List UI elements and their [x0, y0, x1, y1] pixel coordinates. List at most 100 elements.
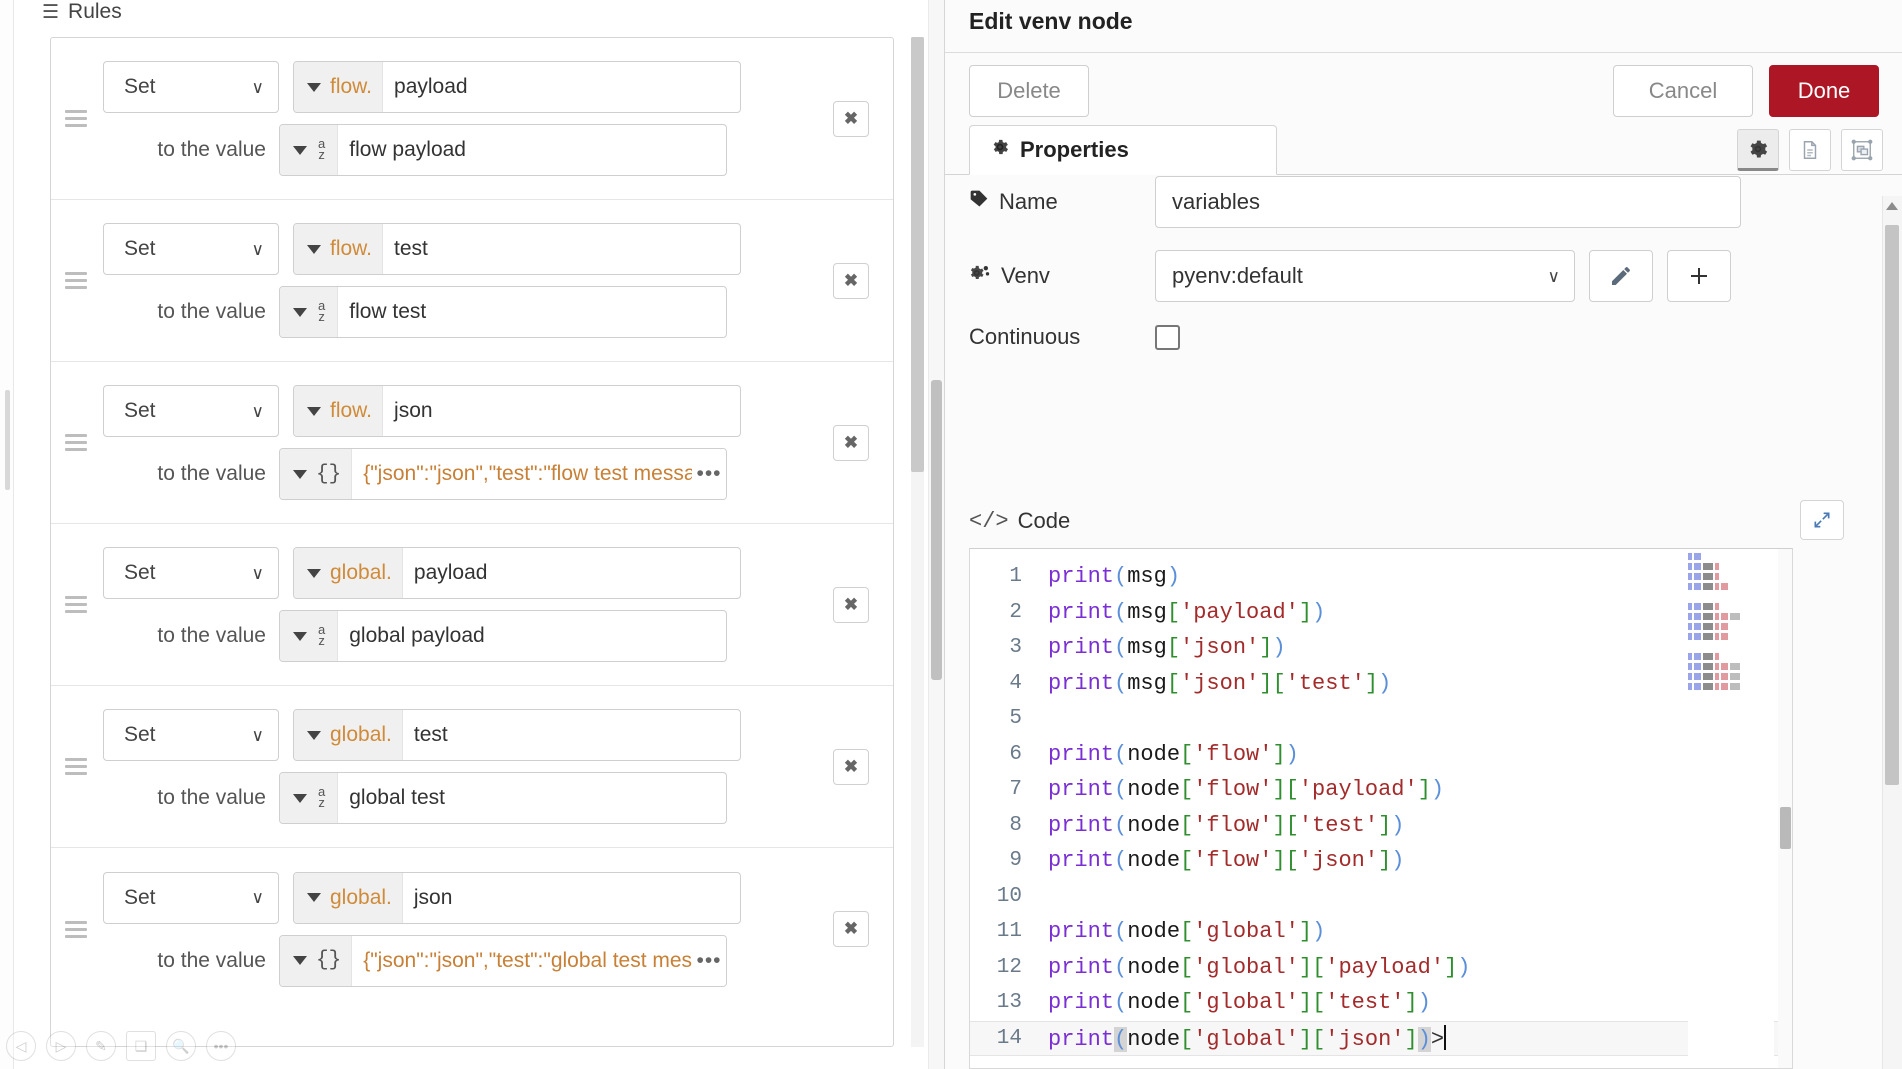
- rule-value-expand-button[interactable]: •••: [692, 449, 726, 499]
- venv-select[interactable]: pyenv:default ∨: [1155, 250, 1575, 302]
- code-line-active[interactable]: 14 print(node['global']['json'])>: [970, 1020, 1792, 1056]
- editor-scrollbar-thumb[interactable]: [1780, 807, 1791, 849]
- rule-property-line: Set ∨ flow. test: [103, 223, 803, 275]
- rule-drag-handle[interactable]: [65, 594, 91, 616]
- rule-body: Set ∨ global. json to the value {} {"json":"js…: [103, 871, 803, 987]
- rule-value-input[interactable]: {} {"json":"json","test":"global test mes…: [279, 934, 727, 987]
- code-minimap[interactable]: [1688, 553, 1774, 1068]
- caret-down-icon: [293, 469, 307, 479]
- code-line[interactable]: 5: [970, 701, 1792, 737]
- left-edge-resize-handle[interactable]: [5, 390, 10, 490]
- rule-value-input[interactable]: a z global test: [279, 772, 727, 824]
- rule-value-input[interactable]: {} {"json":"json","test":"flow test messa…: [279, 448, 727, 500]
- rule-value-expand-button[interactable]: •••: [692, 935, 726, 986]
- rule-delete-button[interactable]: ✖: [833, 100, 869, 137]
- code-line[interactable]: 9 print(node['flow']['json']): [970, 843, 1792, 879]
- rule-operation-select[interactable]: Set ∨: [103, 61, 279, 113]
- rules-scrollbar-thumb[interactable]: [911, 37, 924, 472]
- name-input[interactable]: variables: [1155, 176, 1741, 228]
- rule-scope-dropdown[interactable]: global.: [294, 872, 403, 923]
- rule-value-type-dropdown[interactable]: az: [280, 125, 339, 175]
- rule-delete-button[interactable]: ✖: [833, 262, 869, 299]
- rule-operation-select[interactable]: Set ∨: [103, 709, 279, 761]
- dialog-scrollbar-thumb[interactable]: [1885, 225, 1899, 785]
- rule-scope-dropdown[interactable]: global.: [294, 548, 403, 598]
- rule-property-input[interactable]: flow. json: [293, 385, 741, 437]
- code-line[interactable]: 1 print(msg): [970, 559, 1792, 595]
- rule-value-input[interactable]: a z flow test: [279, 286, 727, 338]
- rule-scope-dropdown[interactable]: global.: [294, 710, 403, 760]
- code-editor[interactable]: 1 print(msg) 2 print(msg['payload']) 3 print(…: [969, 548, 1793, 1069]
- rule-value-type-dropdown[interactable]: {}: [280, 449, 353, 499]
- rule-delete-button[interactable]: ✖: [833, 586, 869, 623]
- rule-scope-dropdown[interactable]: flow.: [294, 386, 384, 436]
- navigate-back-icon[interactable]: ◁: [6, 1031, 36, 1061]
- code-line[interactable]: 8 print(node['flow']['test']): [970, 808, 1792, 844]
- rule-value-type-dropdown[interactable]: az: [280, 287, 339, 337]
- code-line[interactable]: 11 print(node['global']): [970, 914, 1792, 950]
- scroll-up-arrow-icon[interactable]: [1886, 202, 1898, 210]
- az-type-icon: az: [318, 784, 326, 810]
- minimap-token: [1688, 553, 1692, 560]
- navigate-forward-icon[interactable]: ▷: [46, 1031, 76, 1061]
- delete-button[interactable]: Delete: [969, 65, 1089, 117]
- description-tab-icon[interactable]: [1789, 129, 1831, 171]
- appearance-tab-icon[interactable]: [1841, 129, 1883, 171]
- rule-delete-button[interactable]: ✖: [833, 748, 869, 785]
- code-line[interactable]: 12 print(node['global']['payload']): [970, 950, 1792, 986]
- search-icon[interactable]: 🔍: [166, 1031, 196, 1061]
- code-line[interactable]: 13 print(node['global']['test']): [970, 985, 1792, 1021]
- rule-value-type-dropdown[interactable]: az: [280, 611, 339, 661]
- venv-add-button[interactable]: [1667, 250, 1731, 302]
- rule-property-input[interactable]: flow. test: [293, 223, 741, 275]
- minimap-line: [1688, 643, 1774, 650]
- code-line[interactable]: 2 print(msg['payload']): [970, 595, 1792, 631]
- venv-label-group: Venv: [969, 263, 1155, 289]
- caret-down-icon: [293, 145, 307, 155]
- cancel-button[interactable]: Cancel: [1613, 65, 1753, 117]
- rule-operation-select[interactable]: Set ∨: [103, 871, 279, 924]
- expand-icon[interactable]: [1800, 500, 1844, 540]
- code-line[interactable]: 7 print(node['flow']['payload']): [970, 772, 1792, 808]
- line-number: 4: [1009, 671, 1022, 695]
- rule-property-input[interactable]: global. payload: [293, 547, 741, 599]
- rule-scope-dropdown[interactable]: flow.: [294, 224, 384, 274]
- rule-drag-handle[interactable]: [65, 756, 91, 778]
- rule-property-input[interactable]: global. json: [293, 871, 741, 924]
- rule-value-type-dropdown[interactable]: {}: [280, 935, 353, 986]
- edit-pencil-icon[interactable]: ✎: [86, 1031, 116, 1061]
- rule-property-line: Set ∨ global. test: [103, 709, 803, 761]
- rule-scope-dropdown[interactable]: flow.: [294, 62, 384, 112]
- caret-down-icon: [307, 244, 321, 254]
- settings-tab-icon[interactable]: [1737, 129, 1779, 171]
- rule-drag-handle[interactable]: [65, 432, 91, 454]
- tab-properties[interactable]: Properties: [969, 125, 1277, 175]
- code-line[interactable]: 4 print(msg['json']['test']): [970, 666, 1792, 702]
- layers-icon[interactable]: ❏: [126, 1031, 156, 1061]
- rule-operation-select[interactable]: Set ∨: [103, 223, 279, 275]
- left-pane-scrollbar-thumb[interactable]: [931, 380, 942, 680]
- rule-delete-button[interactable]: ✖: [833, 911, 869, 947]
- minimap-token: [1721, 583, 1728, 590]
- rule-drag-handle[interactable]: [65, 270, 91, 292]
- rule-property-input[interactable]: global. test: [293, 709, 741, 761]
- rule-value-input[interactable]: a z flow payload: [279, 124, 727, 176]
- rule-delete-button[interactable]: ✖: [833, 424, 869, 461]
- rule-value-type-dropdown[interactable]: az: [280, 773, 339, 823]
- minimap-token: [1694, 663, 1701, 670]
- done-button[interactable]: Done: [1769, 65, 1879, 117]
- rule-value-input[interactable]: a z global payload: [279, 610, 727, 662]
- code-line[interactable]: 3 print(msg['json']): [970, 630, 1792, 666]
- venv-edit-button[interactable]: [1589, 250, 1653, 302]
- rule-property-input[interactable]: flow. payload: [293, 61, 741, 113]
- more-options-icon[interactable]: •••: [206, 1031, 236, 1061]
- code-line[interactable]: 10: [970, 879, 1792, 915]
- rule-operation-select[interactable]: Set ∨: [103, 385, 279, 437]
- az-type-icon: az: [318, 298, 326, 324]
- continuous-checkbox[interactable]: [1155, 324, 1180, 350]
- rule-drag-handle[interactable]: [65, 108, 91, 130]
- code-line[interactable]: 6 print(node['flow']): [970, 737, 1792, 773]
- app-screen: ☰ Rules Set ∨ flow. payload to the value a z fl…: [0, 0, 1902, 1069]
- rule-operation-select[interactable]: Set ∨: [103, 547, 279, 599]
- rule-drag-handle[interactable]: [65, 918, 91, 940]
